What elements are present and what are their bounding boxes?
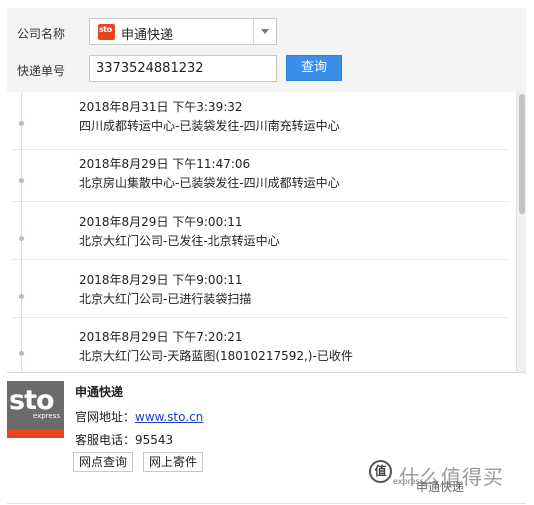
phone-row: 客服电话：95543 xyxy=(75,431,173,448)
timeline-dot-icon xyxy=(19,121,24,126)
scrollbar-thumb[interactable] xyxy=(519,94,525,214)
timeline-desc: 北京大红门公司-天路蓝图(18010217592,)-已收件 xyxy=(79,349,353,363)
company-select[interactable]: sto 申通快递 xyxy=(89,18,277,45)
company-select-value: 申通快递 xyxy=(121,28,174,43)
website-link[interactable]: www.sto.cn xyxy=(135,410,203,424)
timeline-scrollbar[interactable] xyxy=(516,92,526,372)
query-button[interactable]: 查询 xyxy=(286,55,342,81)
chevron-down-icon xyxy=(261,29,269,34)
timeline-item: 2018年8月29日 下午7:20:21 北京大红门公司-天路蓝图(180102… xyxy=(7,318,507,372)
timeline-time: 2018年8月29日 下午11:47:06 xyxy=(79,157,251,171)
company-label: 公司名称 xyxy=(17,27,66,41)
query-panel: 公司名称 sto 申通快递 快递单号 查询 xyxy=(7,8,526,92)
timeline-item: 2018年8月29日 下午11:47:06 北京房山集散中心-已装袋发往-四川成… xyxy=(7,144,507,202)
divider xyxy=(7,503,526,504)
timeline-item: 2018年8月29日 下午9:00:11 北京大红门公司-已发往-北京转运中心 xyxy=(7,202,507,260)
timeline-time: 2018年8月29日 下午7:20:21 xyxy=(79,330,243,344)
timeline-desc: 四川成都转运中心-已装袋发往-四川南充转运中心 xyxy=(79,119,340,133)
outlet-query-button[interactable]: 网点查询 xyxy=(73,452,134,472)
online-send-button[interactable]: 网上寄件 xyxy=(143,452,204,472)
tracking-label: 快递单号 xyxy=(17,64,66,78)
timeline-desc: 北京大红门公司-已进行装袋扫描 xyxy=(79,292,252,306)
watermark-overlay: 申通快递 xyxy=(416,480,465,494)
timeline-desc: 北京房山集散中心-已装袋发往-四川成都转运中心 xyxy=(79,176,340,190)
tracking-number-input[interactable] xyxy=(89,55,277,82)
divider xyxy=(7,372,526,373)
watermark-logo: 值 xyxy=(369,460,392,483)
website-label: 官网地址： xyxy=(75,410,136,424)
timeline-dot-icon xyxy=(19,351,24,356)
tracking-timeline: 2018年8月31日 下午3:39:32 四川成都转运中心-已装袋发往-四川南充… xyxy=(7,92,526,372)
sto-icon: sto xyxy=(98,24,115,40)
timeline-desc: 北京大红门公司-已发往-北京转运中心 xyxy=(79,234,280,248)
phone-number: 95543 xyxy=(135,433,174,447)
timeline-item: 2018年8月31日 下午3:39:32 四川成都转运中心-已装袋发往-四川南充… xyxy=(7,92,507,150)
timeline-time: 2018年8月31日 下午3:39:32 xyxy=(79,100,243,114)
timeline-dot-icon xyxy=(19,178,24,183)
timeline-dot-icon xyxy=(19,294,24,299)
phone-label: 客服电话： xyxy=(75,433,136,447)
timeline-time: 2018年8月29日 下午9:00:11 xyxy=(79,273,243,287)
dropdown-toggle[interactable] xyxy=(253,19,276,44)
company-name: 申通快递 xyxy=(75,385,124,399)
timeline-dot-icon xyxy=(19,236,24,241)
sto-express-logo: sto express xyxy=(7,381,64,438)
website-row: 官网地址：www.sto.cn xyxy=(75,408,203,425)
timeline-item: 2018年8月29日 下午9:00:11 北京大红门公司-已进行装袋扫描 xyxy=(7,260,507,318)
timeline-time: 2018年8月29日 下午9:00:11 xyxy=(79,215,243,229)
